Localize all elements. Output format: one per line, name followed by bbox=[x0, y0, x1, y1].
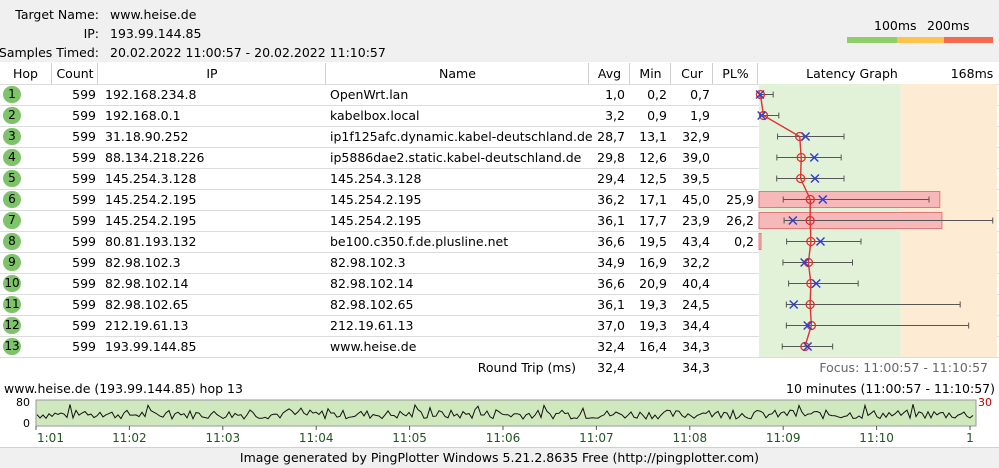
time-axis-label: 1:01 bbox=[37, 431, 64, 445]
packet-loss-bar bbox=[758, 233, 762, 250]
time-axis-label: 11:07 bbox=[579, 431, 614, 445]
time-axis-label: 11:02 bbox=[112, 431, 147, 445]
round-trip-cur: 34,3 bbox=[682, 360, 710, 375]
time-axis-label: 11:06 bbox=[486, 431, 521, 445]
time-axis-label: 11:08 bbox=[673, 431, 708, 445]
focus-range: Focus: 11:00:57 - 11:10:57 bbox=[819, 360, 988, 375]
time-axis-label: 11:05 bbox=[392, 431, 427, 445]
mini-graph-range: 10 minutes (11:00:57 - 11:10:57) bbox=[786, 381, 995, 396]
time-axis-label: 11:09 bbox=[766, 431, 801, 445]
credit-footer: Image generated by PingPlotter Windows 5… bbox=[0, 447, 999, 468]
max-loss-label: 30 bbox=[978, 396, 992, 409]
time-axis-label: 11:04 bbox=[299, 431, 334, 445]
latency-graph[interactable] bbox=[0, 0, 999, 380]
time-axis-label: 11:10 bbox=[859, 431, 894, 445]
time-axis-label: 11:03 bbox=[206, 431, 241, 445]
y-axis-min: 0 bbox=[23, 417, 30, 430]
round-trip-label: Round Trip (ms) bbox=[477, 360, 576, 375]
time-axis-label: 1 bbox=[966, 431, 974, 445]
round-trip-row: Round Trip (ms) 32,4 34,3 Focus: 11:00:5… bbox=[0, 357, 999, 379]
mini-graph-title: www.heise.de (193.99.144.85) hop 13 bbox=[4, 381, 243, 396]
round-trip-avg: 32,4 bbox=[597, 360, 625, 375]
y-axis-max: 80 bbox=[16, 396, 30, 409]
time-graph[interactable]: 80 0 30 1:01 11:02 11:03 11:04 11:05 11:06 11:07 1… bbox=[0, 396, 999, 446]
